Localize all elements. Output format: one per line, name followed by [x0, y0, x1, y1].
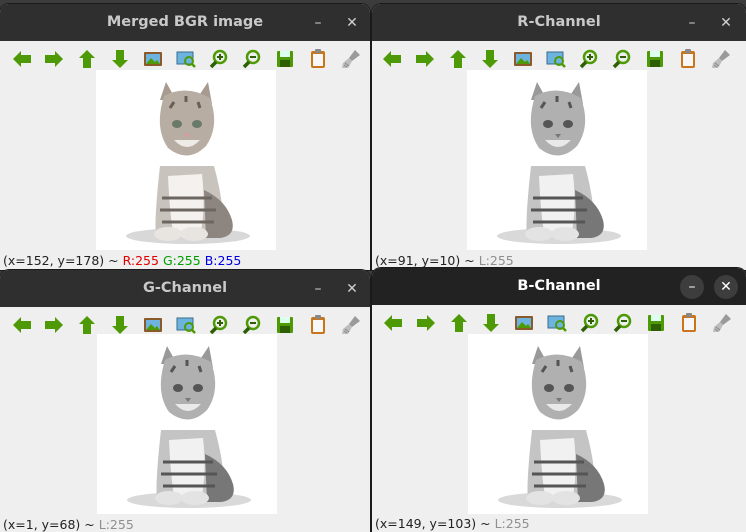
close-button[interactable]: ✕ — [342, 13, 362, 33]
save-icon[interactable] — [273, 47, 297, 71]
zoom-fit-icon[interactable] — [545, 311, 569, 335]
cat-image — [96, 70, 276, 250]
blue-value: B:255 — [204, 253, 242, 268]
zoom-fit-icon[interactable] — [174, 47, 198, 71]
image-icon[interactable] — [512, 311, 536, 335]
luminance-value: L:255 — [478, 253, 514, 268]
arrow-right-icon[interactable] — [413, 47, 437, 71]
save-icon[interactable] — [643, 47, 667, 71]
image-canvas[interactable] — [96, 70, 276, 250]
zoom-in-icon[interactable] — [207, 47, 231, 71]
arrow-up-icon[interactable] — [75, 313, 99, 337]
clipboard-icon[interactable] — [306, 313, 330, 337]
image-icon[interactable] — [141, 47, 165, 71]
image-canvas[interactable] — [467, 70, 647, 250]
close-button[interactable]: ✕ — [716, 13, 736, 33]
arrow-down-icon[interactable] — [478, 47, 502, 71]
cat-image — [467, 70, 647, 250]
cat-image — [468, 334, 648, 514]
zoom-out-icon[interactable] — [610, 47, 634, 71]
arrow-down-icon[interactable] — [479, 311, 503, 335]
titlebar[interactable]: Merged BGR image – ✕ — [0, 4, 370, 41]
clipboard-icon[interactable] — [676, 47, 700, 71]
minimize-button[interactable]: – — [308, 13, 328, 33]
luminance-value: L:255 — [494, 516, 530, 531]
zoom-out-icon[interactable] — [240, 47, 264, 71]
zoom-out-icon[interactable] — [611, 311, 635, 335]
coords-text: (x=152, y=178) ~ — [3, 253, 123, 268]
arrow-right-icon[interactable] — [42, 47, 66, 71]
luminance-value: L:255 — [98, 517, 134, 532]
brush-icon[interactable] — [339, 313, 363, 337]
window-merged-bgr: Merged BGR image – ✕ (x=152, y=178) ~ R:… — [0, 4, 370, 270]
coords-text: (x=1, y=68) ~ — [3, 517, 99, 532]
zoom-fit-icon[interactable] — [544, 47, 568, 71]
minimize-button[interactable]: – — [682, 13, 702, 33]
image-canvas[interactable] — [97, 334, 277, 514]
clipboard-icon[interactable] — [677, 311, 701, 335]
window-g-channel: G-Channel – ✕ (x=1, y=68) ~ L:255 — [0, 270, 370, 532]
status-bar: (x=149, y=103) ~ L:255 — [375, 516, 530, 531]
brush-icon[interactable] — [709, 47, 733, 71]
brush-icon[interactable] — [710, 311, 734, 335]
titlebar[interactable]: B-Channel – ✕ — [372, 268, 746, 305]
window-b-channel: B-Channel – ✕ (x=149, y=103) ~ L:255 — [372, 268, 746, 532]
minimize-button[interactable]: – — [680, 275, 704, 299]
titlebar[interactable]: R-Channel – ✕ — [372, 4, 746, 41]
arrow-down-icon[interactable] — [108, 47, 132, 71]
zoom-in-icon[interactable] — [578, 311, 602, 335]
arrow-up-icon[interactable] — [75, 47, 99, 71]
arrow-left-icon[interactable] — [381, 311, 405, 335]
zoom-in-icon[interactable] — [577, 47, 601, 71]
clipboard-icon[interactable] — [306, 47, 330, 71]
arrow-up-icon[interactable] — [447, 311, 471, 335]
status-bar: (x=91, y=10) ~ L:255 — [375, 253, 514, 268]
titlebar[interactable]: G-Channel – ✕ — [0, 270, 370, 307]
window-r-channel: R-Channel – ✕ (x=91, y=10) ~ L:255 — [372, 4, 746, 270]
arrow-right-icon[interactable] — [414, 311, 438, 335]
status-bar: (x=152, y=178) ~ R:255 G:255 B:255 — [3, 253, 241, 268]
image-canvas[interactable] — [468, 334, 648, 514]
arrow-up-icon[interactable] — [446, 47, 470, 71]
brush-icon[interactable] — [339, 47, 363, 71]
arrow-left-icon[interactable] — [10, 47, 34, 71]
arrow-right-icon[interactable] — [42, 313, 66, 337]
minimize-button[interactable]: – — [308, 279, 328, 299]
close-button[interactable]: ✕ — [714, 275, 738, 299]
close-button[interactable]: ✕ — [342, 279, 362, 299]
save-icon[interactable] — [644, 311, 668, 335]
image-icon[interactable] — [511, 47, 535, 71]
red-value: R:255 — [122, 253, 159, 268]
cat-image — [97, 334, 277, 514]
arrow-left-icon[interactable] — [380, 47, 404, 71]
status-bar: (x=1, y=68) ~ L:255 — [3, 517, 134, 532]
arrow-left-icon[interactable] — [10, 313, 34, 337]
coords-text: (x=91, y=10) ~ — [375, 253, 479, 268]
coords-text: (x=149, y=103) ~ — [375, 516, 495, 531]
green-value: G:255 — [162, 253, 201, 268]
